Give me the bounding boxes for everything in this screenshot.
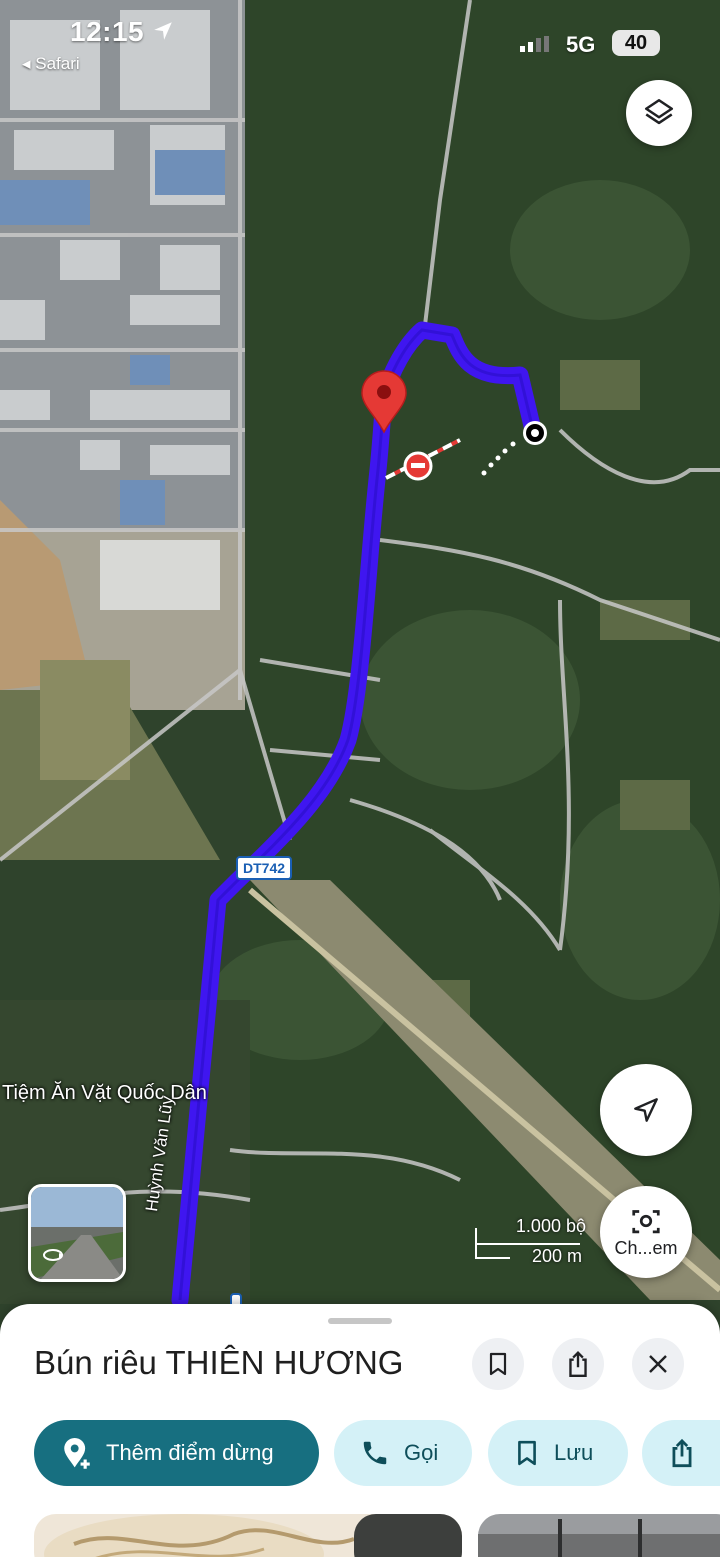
scale-metric: 200 m: [531, 1246, 582, 1266]
photo-thumbnail-2[interactable]: [478, 1514, 720, 1557]
sheet-drag-handle[interactable]: [328, 1318, 392, 1324]
signal-icon: [520, 36, 549, 52]
call-button[interactable]: Gọi: [334, 1420, 472, 1486]
share-icon: [668, 1438, 696, 1468]
my-location-button[interactable]: [600, 1064, 692, 1156]
clock: 12:15: [70, 16, 145, 47]
scale-imperial: 1.000 bộ: [515, 1216, 586, 1236]
share-place-button[interactable]: [552, 1338, 604, 1390]
share-icon: [569, 1351, 587, 1378]
location-arrow-icon: [154, 22, 172, 40]
network-type: 5G: [566, 32, 596, 57]
layers-icon: [644, 98, 674, 125]
add-stop-label: Thêm điểm dừng: [106, 1440, 274, 1465]
close-sheet-button[interactable]: [632, 1338, 684, 1390]
map-scale: 1.000 bộ 200 m: [470, 1214, 590, 1270]
bookmark-icon: [514, 1438, 540, 1468]
share-button[interactable]: [642, 1420, 720, 1486]
battery-indicator: 40: [612, 30, 660, 56]
save-button[interactable]: Lưu: [488, 1420, 628, 1486]
navigation-arrow-icon: [634, 1098, 658, 1122]
back-to-safari[interactable]: ◂ Safari: [22, 54, 80, 74]
status-bar: 12:15 ◂ Safari 5G 40: [0, 0, 720, 80]
place-title: Bún riêu THIÊN HƯƠNG: [34, 1344, 404, 1381]
restaurant-photo: [478, 1514, 720, 1557]
camera-search-label: Ch...em: [614, 1237, 678, 1258]
layers-button[interactable]: [626, 80, 692, 146]
photo-thumbnail-1[interactable]: [34, 1514, 462, 1557]
close-icon: [649, 1355, 667, 1373]
search-with-camera-button[interactable]: Ch...em: [600, 1186, 692, 1278]
bookmark-icon: [489, 1352, 507, 1376]
add-location-icon: [60, 1436, 92, 1470]
place-sheet[interactable]: Bún riêu THIÊN HƯƠNG Thêm điểm dừng Gọi …: [0, 1304, 720, 1557]
save-label: Lưu: [554, 1440, 594, 1465]
call-label: Gọi: [404, 1440, 439, 1465]
action-chips: Thêm điểm dừng Gọi Lưu: [34, 1420, 720, 1486]
camera-search-icon: [632, 1209, 660, 1233]
road-shield-dt742: DT742: [236, 856, 293, 880]
street-view-thumbnail[interactable]: [28, 1184, 126, 1282]
phone-icon: [360, 1438, 390, 1468]
street-view-image: [31, 1187, 123, 1279]
save-place-button[interactable]: [472, 1338, 524, 1390]
add-stop-button[interactable]: Thêm điểm dừng: [34, 1420, 319, 1486]
food-photo: [34, 1514, 462, 1557]
